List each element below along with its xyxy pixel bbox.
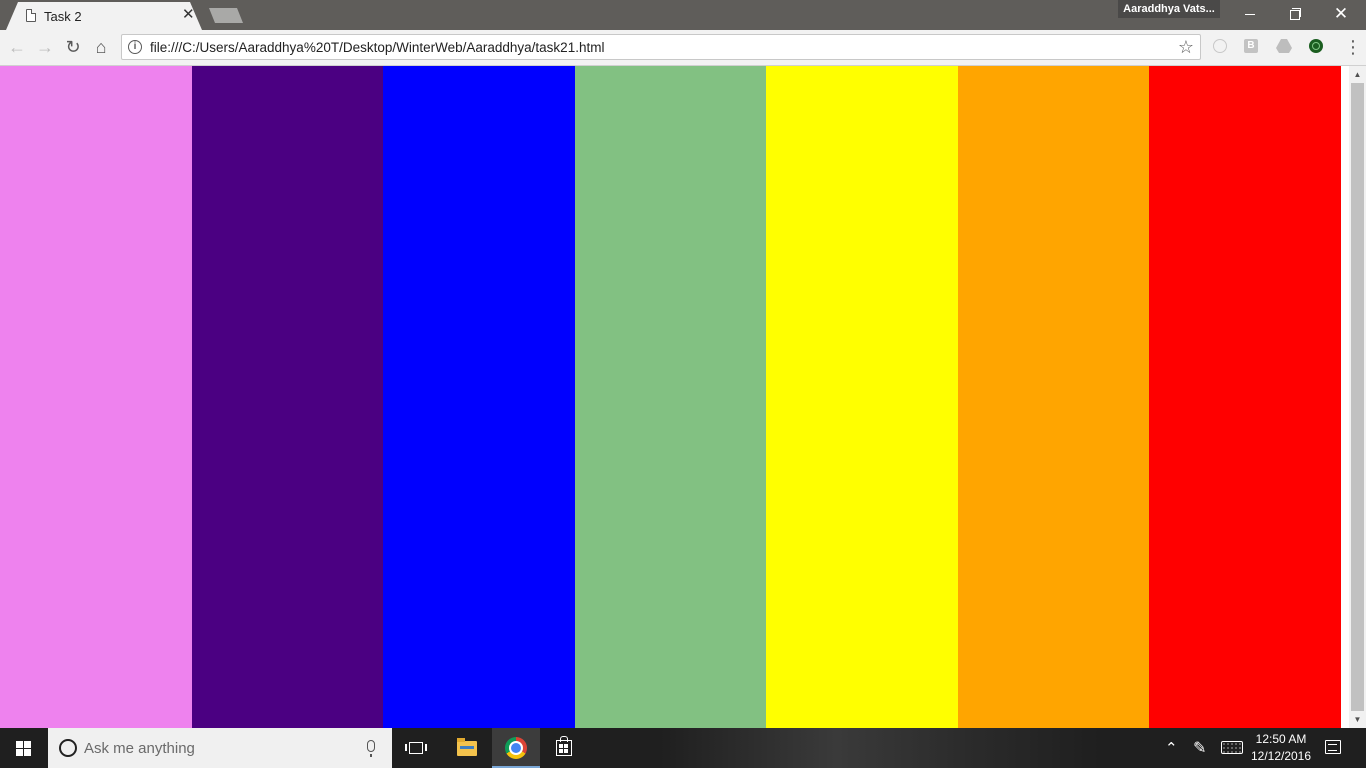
wallpaper-peek: [660, 728, 1100, 768]
windows-taskbar: Ask me anything ⌃ ✎ 12:50 AM 12/12/2016: [0, 728, 1366, 768]
windows-logo-icon: [16, 741, 32, 757]
action-center-icon[interactable]: [1325, 740, 1341, 754]
minimize-icon: [1245, 14, 1255, 15]
reload-icon[interactable]: ↻: [62, 36, 84, 58]
windows-ink-icon[interactable]: ✎: [1193, 738, 1206, 758]
menu-icon[interactable]: ⋮: [1344, 37, 1362, 57]
store-bag-icon: [556, 736, 572, 756]
page-info-icon[interactable]: i: [128, 40, 142, 54]
browser-title-bar: Task 2 ✕ Aaraddhya Vats... ✕: [0, 0, 1366, 30]
address-bar[interactable]: i file:///C:/Users/Aaraddhya%20T/Desktop…: [121, 34, 1201, 60]
stripe-indigo: [192, 66, 383, 728]
cortana-search-box[interactable]: Ask me anything: [48, 728, 392, 768]
clock-date: 12/12/2016: [1250, 749, 1312, 763]
url-text[interactable]: file:///C:/Users/Aaraddhya%20T/Desktop/W…: [150, 40, 604, 55]
stripe-green: [575, 66, 766, 728]
stripe-orange: [958, 66, 1149, 728]
close-window-button[interactable]: ✕: [1318, 0, 1364, 28]
file-explorer-button[interactable]: [443, 728, 491, 768]
extension-circle-icon[interactable]: [1213, 39, 1227, 53]
new-tab-button[interactable]: [209, 8, 243, 23]
scroll-up-icon[interactable]: ▲: [1349, 66, 1366, 83]
tab-task-2[interactable]: Task 2 ✕: [6, 2, 202, 30]
tab-title: Task 2: [44, 9, 82, 24]
browser-toolbar: ← → ↻ ⌂ i file:///C:/Users/Aaraddhya%20T…: [0, 30, 1366, 66]
touch-keyboard-icon[interactable]: [1221, 741, 1243, 754]
page-viewport: [0, 66, 1349, 728]
profile-button[interactable]: Aaraddhya Vats...: [1118, 0, 1220, 18]
cortana-icon: [59, 739, 77, 757]
microphone-icon[interactable]: [367, 740, 375, 757]
stripe-violet: [0, 66, 192, 728]
scroll-thumb[interactable]: [1351, 83, 1364, 711]
folder-icon: [457, 738, 477, 756]
clock[interactable]: 12:50 AM 12/12/2016: [1246, 731, 1316, 765]
tab-close-icon[interactable]: ✕: [182, 7, 195, 23]
scroll-down-icon[interactable]: ▼: [1349, 711, 1366, 728]
clock-time: 12:50 AM: [1255, 732, 1307, 746]
forward-arrow-icon[interactable]: →: [34, 36, 56, 58]
document-icon: [26, 9, 36, 22]
home-icon[interactable]: ⌂: [90, 36, 112, 58]
start-button[interactable]: [0, 728, 48, 768]
vertical-scrollbar[interactable]: ▲ ▼: [1349, 66, 1366, 728]
show-hidden-icons-icon[interactable]: ⌃: [1165, 739, 1178, 757]
chrome-icon: [505, 737, 527, 759]
back-arrow-icon[interactable]: ←: [6, 36, 28, 58]
extension-b-icon[interactable]: B: [1244, 39, 1258, 53]
task-view-button[interactable]: [392, 728, 440, 768]
task-view-icon: [405, 742, 427, 754]
stripe-yellow: [766, 66, 958, 728]
store-button[interactable]: [540, 728, 588, 768]
rainbow-stripes: [0, 66, 1341, 728]
restore-icon-front: [1290, 10, 1300, 20]
stripe-blue: [383, 66, 575, 728]
bookmark-star-icon[interactable]: ☆: [1178, 37, 1194, 57]
restore-button[interactable]: [1272, 0, 1318, 28]
google-drive-icon[interactable]: [1276, 39, 1292, 53]
stripe-red: [1149, 66, 1341, 728]
search-placeholder: Ask me anything: [84, 740, 195, 757]
minimize-button[interactable]: [1227, 0, 1273, 28]
extension-green-icon[interactable]: [1309, 39, 1323, 53]
chrome-taskbar-button[interactable]: [492, 728, 540, 768]
